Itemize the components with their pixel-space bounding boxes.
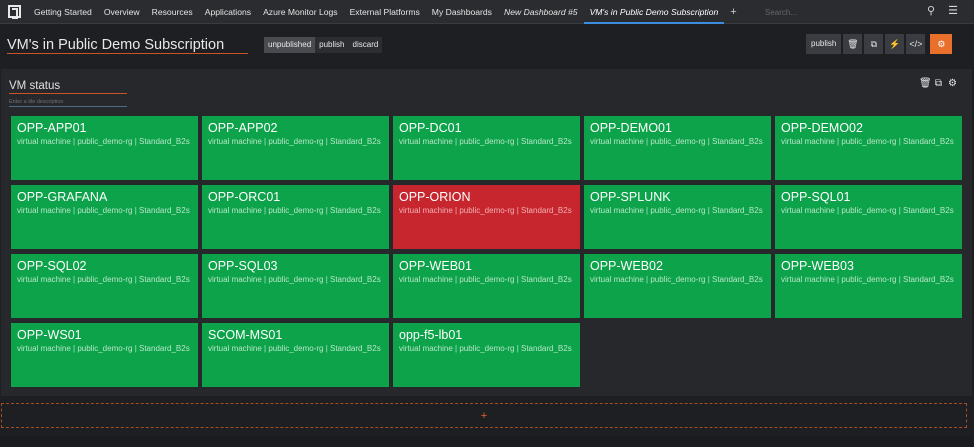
vm-status-tile-group: 🗑 ⧉ ⚙ OPP-APP01 virtual machine | public_… <box>1 69 972 396</box>
nav-tab[interactable]: Resources <box>146 0 199 24</box>
vm-tile[interactable]: OPP-SQL03 virtual machine | public_demo-r… <box>202 254 389 318</box>
vm-subtitle: virtual machine | public_demo-rg | Stand… <box>590 206 763 215</box>
vm-subtitle: virtual machine | public_demo-rg | Stand… <box>17 206 190 215</box>
vm-subtitle: virtual machine | public_demo-rg | Stand… <box>17 344 190 353</box>
vm-tile[interactable]: OPP-DEMO02 virtual machine | public_demo-… <box>775 116 962 180</box>
top-nav: Getting Started Overview Resources Applicat… <box>0 0 974 24</box>
code-icon[interactable]: </> <box>906 34 926 54</box>
vm-tile[interactable]: OPP-WS01 virtual machine | public_demo-rg… <box>11 323 198 387</box>
vm-tile[interactable]: OPP-SPLUNK virtual machine | public_demo-… <box>584 185 771 249</box>
vm-tile[interactable]: OPP-SQL01 virtual machine | public_demo-r… <box>775 185 962 249</box>
vm-name: OPP-WS01 <box>17 328 82 342</box>
hamburger-menu-icon[interactable]: ☰ <box>946 4 960 18</box>
vm-subtitle: virtual machine | public_demo-rg | Stand… <box>399 137 572 146</box>
vm-name: OPP-GRAFANA <box>17 190 108 204</box>
publish-status-group: unpublished publish discard <box>264 37 383 53</box>
dashboard-toolbar: publish 🗑 ⧉ ⚡ </> ⚙ <box>806 34 953 54</box>
search-icon[interactable]: ⚲ <box>924 4 938 18</box>
vm-subtitle: virtual machine | public_demo-rg | Stand… <box>781 206 954 215</box>
bolt-icon[interactable]: ⚡ <box>885 34 905 54</box>
vm-name: OPP-WEB02 <box>590 259 663 273</box>
vm-subtitle: virtual machine | public_demo-rg | Stand… <box>399 275 572 284</box>
vm-name: OPP-APP02 <box>208 121 278 135</box>
vm-subtitle: virtual machine | public_demo-rg | Stand… <box>208 344 381 353</box>
vm-tile[interactable]: OPP-APP02 virtual machine | public_demo-r… <box>202 116 389 180</box>
gear-icon[interactable]: ⚙ <box>947 78 958 89</box>
unpublished-badge: unpublished <box>264 37 316 53</box>
nav-tab[interactable]: My Dashboards <box>426 0 498 24</box>
vm-subtitle: virtual machine | public_demo-rg | Stand… <box>208 275 381 284</box>
vm-tile[interactable]: OPP-WEB03 virtual machine | public_demo-r… <box>775 254 962 318</box>
vm-name: OPP-SQL03 <box>208 259 278 273</box>
vm-name: OPP-DEMO01 <box>590 121 672 135</box>
delete-icon[interactable]: 🗑 <box>919 78 932 89</box>
vm-name: OPP-ORC01 <box>208 190 281 204</box>
nav-tab[interactable]: Applications <box>199 0 257 24</box>
nav-tab[interactable]: External Platforms <box>344 0 426 24</box>
vm-subtitle: virtual machine | public_demo-rg | Stand… <box>781 137 954 146</box>
nav-tab[interactable]: Azure Monitor Logs <box>257 0 344 24</box>
vm-subtitle: virtual machine | public_demo-rg | Stand… <box>17 275 190 284</box>
vm-tile[interactable]: OPP-DEMO01 virtual machine | public_demo-… <box>584 116 771 180</box>
vm-subtitle: virtual machine | public_demo-rg | Stand… <box>590 137 763 146</box>
vm-subtitle: virtual machine | public_demo-rg | Stand… <box>590 275 763 284</box>
logo-icon <box>7 5 21 19</box>
publish-link[interactable]: publish <box>315 37 349 53</box>
vm-name: OPP-WEB03 <box>781 259 854 273</box>
vm-name: OPP-SPLUNK <box>590 190 671 204</box>
nav-tabs: Getting Started Overview Resources Applicat… <box>28 0 725 24</box>
vm-subtitle: virtual machine | public_demo-rg | Stand… <box>208 137 381 146</box>
app-logo[interactable] <box>0 0 28 24</box>
nav-tab[interactable]: Overview <box>98 0 146 24</box>
nav-tab[interactable]: VM's in Public Demo Subscription <box>583 0 725 24</box>
vm-subtitle: virtual machine | public_demo-rg | Stand… <box>208 206 381 215</box>
delete-icon[interactable]: 🗑 <box>843 34 863 54</box>
vm-name: SCOM-MS01 <box>208 328 283 342</box>
vm-subtitle: virtual machine | public_demo-rg | Stand… <box>781 275 954 284</box>
tile-title-input[interactable] <box>9 79 127 94</box>
vm-name: OPP-DEMO02 <box>781 121 863 135</box>
vm-name: OPP-WEB01 <box>399 259 472 273</box>
settings-icon[interactable]: ⚙ <box>930 34 953 54</box>
footer-bar <box>0 436 974 447</box>
nav-tab[interactable]: Getting Started <box>28 0 98 24</box>
vm-tile[interactable]: OPP-DC01 virtual machine | public_demo-rg… <box>393 116 580 180</box>
nav-tab[interactable]: New Dashboard #5 <box>498 0 584 24</box>
copy-icon[interactable]: ⧉ <box>933 78 944 89</box>
search-input[interactable] <box>765 5 905 19</box>
vm-tile[interactable]: OPP-ORION virtual machine | public_demo-r… <box>393 185 580 249</box>
vm-tile[interactable]: OPP-APP01 virtual machine | public_demo-r… <box>11 116 198 180</box>
panel-toolbar: 🗑 ⧉ ⚙ <box>919 78 958 89</box>
vm-tile[interactable]: OPP-ORC01 virtual machine | public_demo-r… <box>202 185 389 249</box>
vm-name: OPP-DC01 <box>399 121 462 135</box>
vm-name: OPP-SQL02 <box>17 259 87 273</box>
vm-tile[interactable]: OPP-SQL02 virtual machine | public_demo-r… <box>11 254 198 318</box>
publish-button[interactable]: publish <box>806 34 842 54</box>
vm-name: opp-f5-lb01 <box>399 328 463 342</box>
vm-tile[interactable]: opp-f5-lb01 virtual machine | public_demo… <box>393 323 580 387</box>
copy-icon[interactable]: ⧉ <box>864 34 884 54</box>
discard-link[interactable]: discard <box>348 37 383 53</box>
vm-tile[interactable]: OPP-WEB02 virtual machine | public_demo-r… <box>584 254 771 318</box>
add-dashboard-button[interactable]: + <box>724 6 742 18</box>
vm-tile[interactable]: OPP-GRAFANA virtual machine | public_demo… <box>11 185 198 249</box>
vm-name: OPP-APP01 <box>17 121 87 135</box>
add-tile-icon: + <box>480 409 488 422</box>
vm-subtitle: virtual machine | public_demo-rg | Stand… <box>399 206 572 215</box>
vm-subtitle: virtual machine | public_demo-rg | Stand… <box>17 137 190 146</box>
vm-subtitle: virtual machine | public_demo-rg | Stand… <box>399 344 572 353</box>
add-tile-dropzone[interactable]: + <box>1 403 967 428</box>
vm-name: OPP-SQL01 <box>781 190 851 204</box>
tile-description-input[interactable] <box>9 97 127 107</box>
vm-tile-grid: OPP-APP01 virtual machine | public_demo-r… <box>11 116 962 387</box>
vm-tile[interactable]: SCOM-MS01 virtual machine | public_demo-r… <box>202 323 389 387</box>
dashboard-title-input[interactable] <box>7 36 248 54</box>
vm-tile[interactable]: OPP-WEB01 virtual machine | public_demo-r… <box>393 254 580 318</box>
vm-name: OPP-ORION <box>399 190 471 204</box>
